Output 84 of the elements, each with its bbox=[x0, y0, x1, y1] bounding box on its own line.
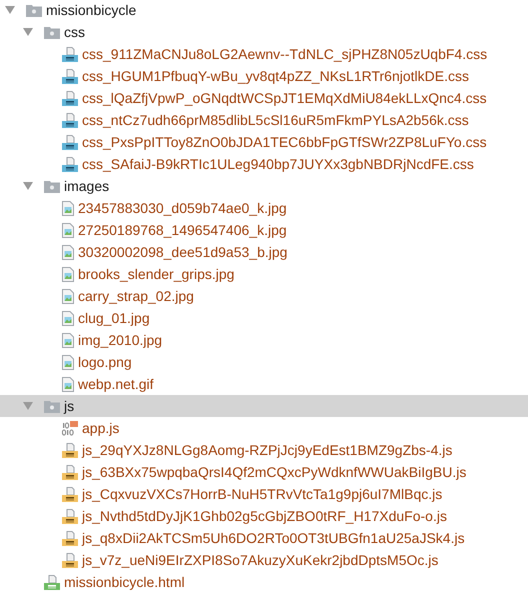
image-file-icon bbox=[62, 376, 74, 392]
file-name: css_911ZMaCNJu8oLG2Aewnv--TdNLC_sjPHZ8N05zUqbF4.css bbox=[82, 46, 488, 62]
tree-row[interactable]: missionbicycle.html bbox=[0, 571, 528, 591]
file-name: webp.net.gif bbox=[78, 376, 154, 392]
file-name: js_Nvthd5tdDyJjK1Ghb02g5cGbjZBO0tRF_H17XduFo-o.js bbox=[82, 508, 447, 524]
tree-row[interactable]: 30320002098_dee51d9a53_b.jpg bbox=[0, 241, 528, 263]
css-file-icon bbox=[62, 68, 78, 84]
tree-row[interactable]: img_2010.jpg bbox=[0, 329, 528, 351]
file-name: css_ntCz7udh66prM85dlibL5cSl16uR5mFkmPYLsA2b56k.css bbox=[82, 112, 469, 128]
image-file-icon bbox=[62, 266, 74, 282]
binary-js-file-icon bbox=[62, 420, 78, 436]
file-name: js_v7z_ueNi9EIrZXPI8So7AkuzyXuKekr2jbdDptsM5Oc.js bbox=[82, 552, 438, 568]
folder-name: js bbox=[64, 398, 74, 414]
folder-icon bbox=[44, 180, 60, 192]
tree-row[interactable]: js bbox=[0, 395, 528, 417]
file-name: img_2010.jpg bbox=[78, 332, 162, 348]
tree-row[interactable]: js_29qYXJz8NLGg8Aomg-RZPjJcj9yEdEst1BMZ9gZbs-4.js bbox=[0, 439, 528, 461]
css-file-icon bbox=[62, 46, 78, 62]
tree-row[interactable]: missionbicycle bbox=[0, 0, 528, 21]
image-file-icon bbox=[62, 244, 74, 260]
js-file-icon bbox=[62, 442, 78, 458]
folder-name: images bbox=[64, 178, 110, 194]
tree-row[interactable]: carry_strap_02.jpg bbox=[0, 285, 528, 307]
tree-row[interactable]: css_ntCz7udh66prM85dlibL5cSl16uR5mFkmPYLsA2b56k.css bbox=[0, 109, 528, 131]
file-name: brooks_slender_grips.jpg bbox=[78, 266, 234, 282]
tree-row[interactable]: 27250189768_1496547406_k.jpg bbox=[0, 219, 528, 241]
image-file-icon bbox=[62, 222, 74, 238]
css-file-icon bbox=[62, 112, 78, 128]
tree-row[interactable]: css_lQaZfjVpwP_oGNqdtWCSpJT1EMqXdMiU84ekLLxQnc4.css bbox=[0, 87, 528, 109]
expand-arrow-icon[interactable] bbox=[22, 27, 34, 37]
file-name: js_q8xDii2AkTCSm5Uh6DO2RTo0OT3tUBGfn1aU25aJSk4.js bbox=[82, 530, 465, 546]
js-file-icon bbox=[62, 486, 78, 502]
file-name: css_PxsPpITToy8ZnO0bJDA1TEC6bbFpGTfSWr2ZP8LuFYo.css bbox=[82, 134, 487, 150]
file-name: css_lQaZfjVpwP_oGNqdtWCSpJT1EMqXdMiU84ekLLxQnc4.css bbox=[82, 90, 487, 106]
tree-row[interactable]: css bbox=[0, 21, 528, 43]
file-name: app.js bbox=[82, 420, 120, 436]
tree-row[interactable]: logo.png bbox=[0, 351, 528, 373]
js-file-icon bbox=[62, 508, 78, 524]
file-name: js_29qYXJz8NLGg8Aomg-RZPjJcj9yEdEst1BMZ9gZbs-4.js bbox=[82, 442, 452, 458]
tree-row[interactable]: 23457883030_d059b74ae0_k.jpg bbox=[0, 197, 528, 219]
file-name: 23457883030_d059b74ae0_k.jpg bbox=[78, 200, 287, 216]
file-name: missionbicycle.html bbox=[64, 574, 185, 590]
file-name: logo.png bbox=[78, 354, 132, 370]
tree-row[interactable]: css_HGUM1PfbuqY-wBu_yv8qt4pZZ_NKsL1RTr6njotlkDE.css bbox=[0, 65, 528, 87]
folder-name: missionbicycle bbox=[46, 2, 136, 18]
file-name: 30320002098_dee51d9a53_b.jpg bbox=[78, 244, 288, 260]
tree-row[interactable]: brooks_slender_grips.jpg bbox=[0, 263, 528, 285]
tree-row[interactable]: css_911ZMaCNJu8oLG2Aewnv--TdNLC_sjPHZ8N05zUqbF4.css bbox=[0, 43, 528, 65]
js-file-icon bbox=[62, 464, 78, 480]
file-name: js_CqxvuzVXCs7HorrB-NuH5TRvVtcTa1g9pj6uI7MlBqc.js bbox=[82, 486, 442, 502]
tree-row[interactable]: js_v7z_ueNi9EIrZXPI8So7AkuzyXuKekr2jbdDptsM5Oc.js bbox=[0, 549, 528, 571]
tree-row[interactable]: js_q8xDii2AkTCSm5Uh6DO2RTo0OT3tUBGfn1aU25aJSk4.js bbox=[0, 527, 528, 549]
image-file-icon bbox=[62, 200, 74, 216]
folder-name: css bbox=[64, 24, 85, 40]
file-name: css_SAfaiJ-B9kRTIc1ULeg940bp7JUYXx3gbNBDRjNcdFE.css bbox=[82, 156, 474, 172]
tree-row[interactable]: clug_01.jpg bbox=[0, 307, 528, 329]
css-file-icon bbox=[62, 134, 78, 150]
tree-row[interactable]: js_CqxvuzVXCs7HorrB-NuH5TRvVtcTa1g9pj6uI7MlBqc.js bbox=[0, 483, 528, 505]
js-file-icon bbox=[62, 530, 78, 546]
file-name: clug_01.jpg bbox=[78, 310, 150, 326]
tree-row[interactable]: js_63BXx75wpqbaQrsI4Qf2mCQxcPyWdknfWWUakBiIgBU.js bbox=[0, 461, 528, 483]
image-file-icon bbox=[62, 310, 74, 326]
tree-row[interactable]: css_SAfaiJ-B9kRTIc1ULeg940bp7JUYXx3gbNBDRjNcdFE.css bbox=[0, 153, 528, 175]
tree-row[interactable]: css_PxsPpITToy8ZnO0bJDA1TEC6bbFpGTfSWr2ZP8LuFYo.css bbox=[0, 131, 528, 153]
file-name: js_63BXx75wpqbaQrsI4Qf2mCQxcPyWdknfWWUakBiIgBU.js bbox=[82, 464, 466, 480]
file-name: 27250189768_1496547406_k.jpg bbox=[78, 222, 287, 238]
image-file-icon bbox=[62, 288, 74, 304]
file-name: carry_strap_02.jpg bbox=[78, 288, 194, 304]
folder-icon bbox=[44, 26, 60, 38]
css-file-icon bbox=[62, 90, 78, 106]
image-file-icon bbox=[62, 354, 74, 370]
folder-icon bbox=[26, 4, 42, 16]
js-file-icon bbox=[62, 552, 78, 568]
expand-arrow-icon[interactable] bbox=[4, 5, 16, 15]
tree-row[interactable]: webp.net.gif bbox=[0, 373, 528, 395]
file-name: css_HGUM1PfbuqY-wBu_yv8qt4pZZ_NKsL1RTr6njotlkDE.css bbox=[82, 68, 469, 84]
css-file-icon bbox=[62, 156, 78, 172]
expand-arrow-icon[interactable] bbox=[22, 401, 34, 411]
tree-row[interactable]: app.js bbox=[0, 417, 528, 439]
tree-row[interactable]: js_Nvthd5tdDyJjK1Ghb02g5cGbjZBO0tRF_H17XduFo-o.js bbox=[0, 505, 528, 527]
folder-icon bbox=[44, 400, 60, 412]
expand-arrow-icon[interactable] bbox=[22, 181, 34, 191]
tree-row[interactable]: images bbox=[0, 175, 528, 197]
image-file-icon bbox=[62, 332, 74, 348]
